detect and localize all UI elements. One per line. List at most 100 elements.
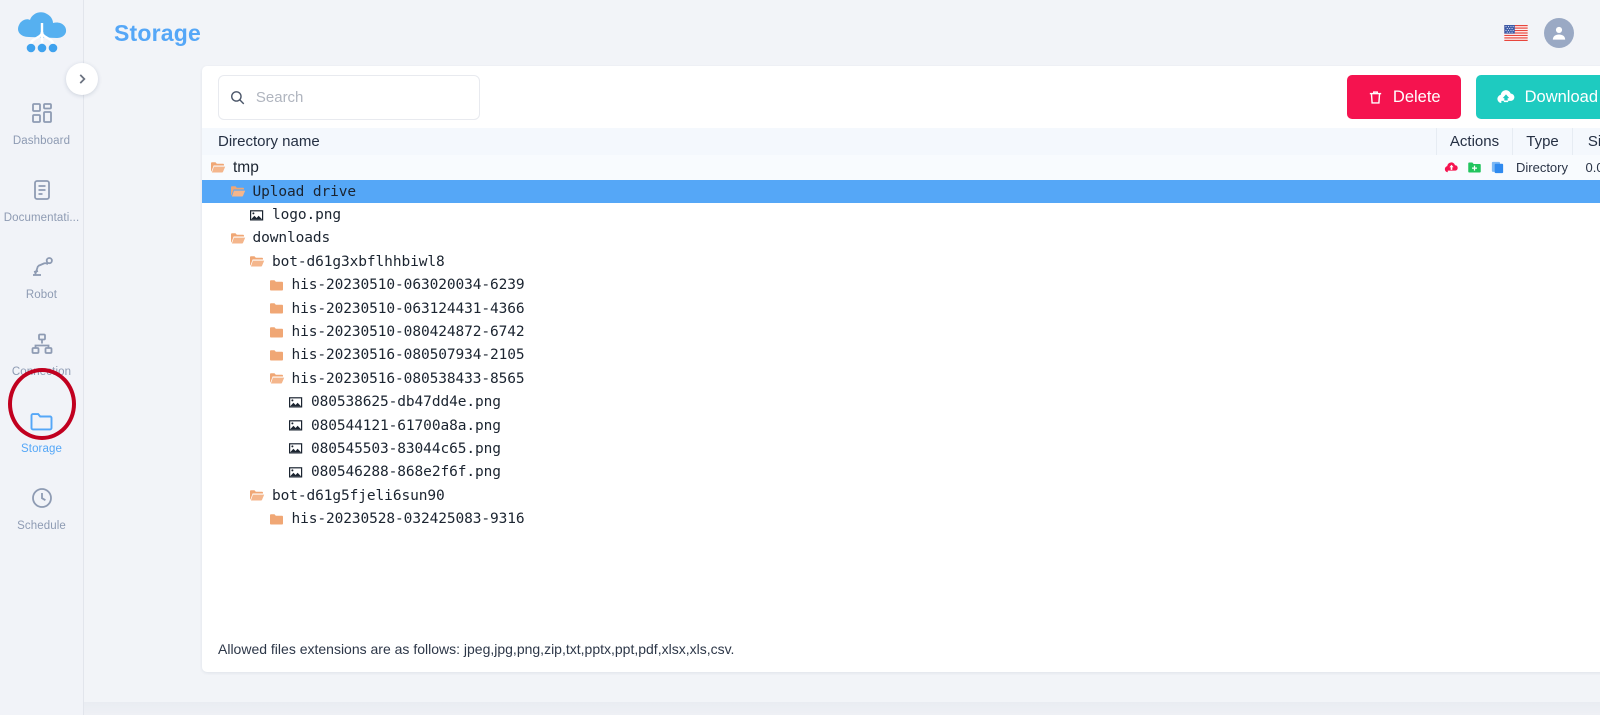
sidebar-item-connection[interactable]: Connection <box>0 320 84 385</box>
download-button-label: Download <box>1524 87 1598 106</box>
app-logo[interactable] <box>13 10 71 67</box>
paste-icon[interactable] <box>1490 160 1505 175</box>
delete-button-label: Delete <box>1392 87 1441 106</box>
row-size: 0.0 GB <box>1585 160 1600 175</box>
tree-item-label: his-20230510-063124431-4366 <box>291 300 525 317</box>
table-row[interactable]: downloads <box>202 227 1600 250</box>
search-input[interactable] <box>255 88 469 106</box>
horizontal-scrollbar[interactable] <box>84 702 1600 715</box>
app-root: Dashboard Documentati... Robot Connectio… <box>0 0 1600 715</box>
sidebar-item-label: Dashboard <box>12 135 71 147</box>
document-icon <box>30 175 54 205</box>
folder-closed-icon <box>269 326 283 338</box>
tree-item-label: tmp <box>233 158 259 176</box>
dashboard-grid-icon <box>30 98 54 128</box>
table-row[interactable]: 080544121-61700a8a.png <box>202 414 1600 437</box>
tree-item[interactable]: 080538625-db47dd4e.png <box>202 394 1436 410</box>
tree-item[interactable]: bot-d61g3xbflhhbiwl8 <box>202 254 1436 270</box>
tree-item[interactable]: his-20230510-080424872-6742 <box>202 324 1436 340</box>
user-avatar-icon <box>1552 26 1566 40</box>
us-flag-icon[interactable] <box>1504 25 1528 41</box>
search-icon <box>231 90 245 104</box>
tree-item[interactable]: his-20230516-080538433-8565 <box>202 371 1436 387</box>
sidebar-item-robot[interactable]: Robot <box>0 243 84 308</box>
table-row[interactable]: his-20230516-080507934-2105 <box>202 344 1600 367</box>
tree-item[interactable]: 080544121-61700a8a.png <box>202 418 1436 434</box>
column-header-directory-name[interactable]: Directory name <box>202 133 1436 150</box>
table-row[interactable]: logo.png <box>202 203 1600 226</box>
table-row[interactable]: Upload drive <box>202 180 1600 204</box>
table-header-row: Directory name Actions Type Size <box>202 128 1600 155</box>
column-header-size[interactable]: Size <box>1572 128 1600 155</box>
search-box[interactable] <box>218 74 480 120</box>
tree-item-label: his-20230516-080538433-8565 <box>291 370 525 387</box>
table-row[interactable]: tmp Directory 0.0 GB <box>202 155 1600 180</box>
tree-item[interactable]: 080546288-868e2f6f.png <box>202 464 1436 480</box>
table-row[interactable]: his-20230528-032425083-9316 <box>202 507 1600 530</box>
tree-item[interactable]: 080545503-83044c65.png <box>202 441 1436 457</box>
folder-closed-icon <box>269 513 283 525</box>
folder-icon <box>29 406 55 436</box>
tree-item-label: bot-d61g5fjeli6sun90 <box>272 487 445 504</box>
folder-open-icon <box>230 233 245 244</box>
image-file-icon <box>289 420 303 431</box>
column-header-type[interactable]: Type <box>1512 128 1572 155</box>
card-toolbar: Delete Download <box>202 66 1600 128</box>
tree-item-label: his-20230510-063020034-6239 <box>291 277 525 294</box>
image-file-icon <box>289 467 303 478</box>
avatar[interactable] <box>1544 18 1574 48</box>
folder-open-icon <box>269 373 284 384</box>
trash-icon <box>1369 90 1382 104</box>
upload-file-icon[interactable] <box>1444 160 1459 175</box>
table-row[interactable]: his-20230510-080424872-6742 <box>202 320 1600 343</box>
cloud-download-icon <box>1497 90 1515 103</box>
sidebar-item-documentation[interactable]: Documentati... <box>0 166 84 231</box>
row-actions <box>1436 160 1512 175</box>
card-footer: Allowed files extensions are as follows:… <box>202 626 1600 672</box>
tree-item-label: his-20230528-032425083-9316 <box>291 511 525 528</box>
table-row[interactable]: bot-d61g3xbflhhbiwl8 <box>202 250 1600 273</box>
sidebar-item-label: Documentati... <box>3 212 80 224</box>
storage-card: Delete Download Directory name Actions T… <box>202 66 1600 672</box>
table-row[interactable]: 080546288-868e2f6f.png <box>202 461 1600 484</box>
folder-closed-icon <box>269 303 283 314</box>
sidebar-item-schedule[interactable]: Schedule <box>0 474 84 539</box>
clock-icon <box>30 483 54 513</box>
image-file-icon <box>289 443 303 454</box>
add-folder-icon[interactable] <box>1467 160 1482 175</box>
file-tree: tmp Directory 0.0 GB Upload drive logo.png do… <box>202 155 1600 626</box>
sidebar-collapse-button[interactable] <box>66 63 98 95</box>
tree-item[interactable]: logo.png <box>202 207 1436 223</box>
table-row[interactable]: his-20230510-063020034-6239 <box>202 274 1600 297</box>
tree-item[interactable]: downloads <box>202 230 1436 246</box>
folder-open-icon <box>211 162 226 173</box>
folder-open-icon <box>250 490 265 501</box>
tree-item[interactable]: bot-d61g5fjeli6sun90 <box>202 488 1436 504</box>
tree-item[interactable]: Upload drive <box>202 184 1436 200</box>
tree-item[interactable]: his-20230516-080507934-2105 <box>202 347 1436 363</box>
tree-item-label: logo.png <box>272 207 342 224</box>
folder-open-icon <box>250 256 265 267</box>
main-content: Storage Search Delete Download Directory… <box>84 0 1600 715</box>
sidebar: Dashboard Documentati... Robot Connectio… <box>0 0 98 715</box>
table-row[interactable]: his-20230510-063124431-4366 <box>202 297 1600 320</box>
table-row[interactable]: 080545503-83044c65.png <box>202 437 1600 460</box>
toolbar-actions: Delete Download <box>1346 75 1600 119</box>
table-row[interactable]: 080538625-db47dd4e.png <box>202 391 1600 414</box>
download-button[interactable]: Download <box>1475 75 1600 119</box>
tree-item[interactable]: his-20230528-032425083-9316 <box>202 511 1436 527</box>
column-header-actions: Actions <box>1436 128 1512 155</box>
tree-item-label: 080545503-83044c65.png <box>311 440 501 457</box>
tree-item-label: 080546288-868e2f6f.png <box>311 464 501 481</box>
table-row[interactable]: his-20230516-080538433-8565 <box>202 367 1600 390</box>
tree-item-label: downloads <box>252 230 331 247</box>
table-row[interactable]: bot-d61g5fjeli6sun90 <box>202 484 1600 507</box>
tree-item-label: his-20230510-080424872-6742 <box>291 324 525 341</box>
sidebar-item-storage[interactable]: Storage <box>0 397 84 462</box>
tree-item[interactable]: tmp <box>202 159 1436 177</box>
delete-button[interactable]: Delete <box>1346 75 1461 119</box>
tree-item[interactable]: his-20230510-063124431-4366 <box>202 301 1436 317</box>
sidebar-item-dashboard[interactable]: Dashboard <box>0 89 84 154</box>
tree-item-label: bot-d61g3xbflhhbiwl8 <box>272 253 445 270</box>
tree-item[interactable]: his-20230510-063020034-6239 <box>202 277 1436 293</box>
